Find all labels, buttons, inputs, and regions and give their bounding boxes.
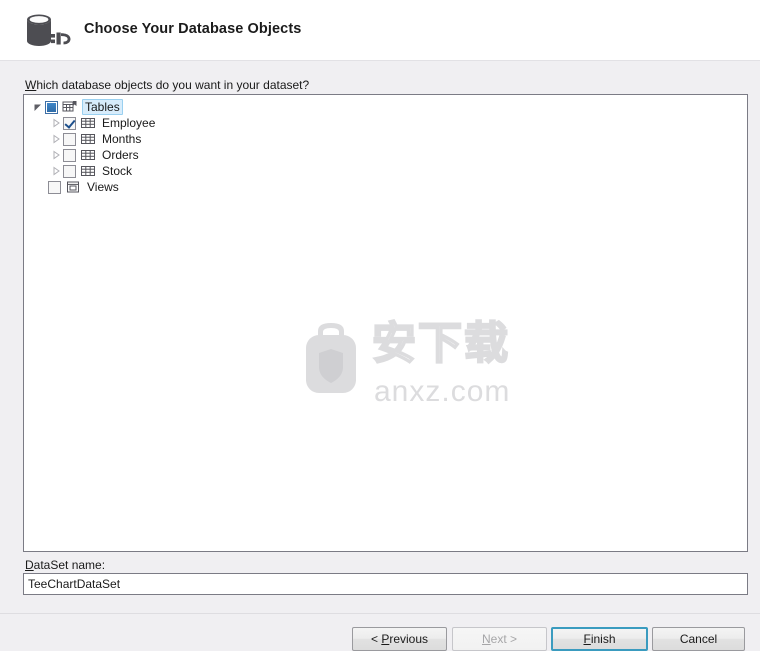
next-accelerator: N	[481, 632, 491, 646]
expander-collapsed-icon[interactable]	[49, 147, 63, 163]
tree-node-label: Tables	[82, 99, 123, 115]
table-grid-icon	[80, 163, 96, 179]
checkbox-months[interactable]	[63, 132, 76, 146]
watermark: 安下载 anxz.com	[292, 317, 514, 409]
table-grid-icon	[80, 115, 96, 131]
tree-node-label: Months	[102, 132, 142, 146]
tree-node-label: Orders	[102, 148, 139, 162]
tree-node-tables[interactable]: Tables	[24, 99, 747, 115]
watermark-domain-text: anxz.com	[374, 375, 511, 408]
tree-node-orders[interactable]: Orders	[24, 147, 747, 163]
cancel-button[interactable]: Cancel	[652, 627, 745, 651]
tree-node-label: Stock	[102, 164, 133, 178]
checkbox-tables[interactable]	[45, 100, 58, 114]
dataset-label-text: ataSet name:	[33, 558, 106, 572]
previous-button[interactable]: < Previous	[352, 627, 447, 651]
table-grid-icon	[80, 147, 96, 163]
table-grid-icon	[80, 131, 96, 147]
checkbox-stock[interactable]	[63, 164, 76, 178]
tree-node-label: Views	[87, 180, 119, 194]
expander-collapsed-icon[interactable]	[49, 131, 63, 147]
tree-node-employee[interactable]: Employee	[24, 115, 747, 131]
previous-suffix: revious	[389, 632, 429, 646]
dialog-body: Which database objects do you want in yo…	[0, 61, 760, 613]
tables-folder-icon	[62, 99, 78, 115]
database-plug-icon	[20, 9, 74, 53]
expander-expanded-icon[interactable]	[31, 99, 45, 115]
finish-suffix: inish	[590, 632, 616, 646]
previous-prefix: <	[370, 632, 382, 646]
finish-button[interactable]: Finish	[551, 627, 648, 651]
dataset-name-input[interactable]	[23, 573, 748, 595]
expander-collapsed-icon[interactable]	[49, 115, 63, 131]
prompt-accelerator: W	[25, 78, 37, 92]
checkbox-employee[interactable]	[63, 116, 76, 130]
expander-collapsed-icon[interactable]	[49, 163, 63, 179]
tree-node-stock[interactable]: Stock	[24, 163, 747, 179]
database-objects-tree[interactable]: Tables Employee Months Orders Stock View…	[23, 94, 748, 552]
next-button[interactable]: Next >	[452, 627, 547, 651]
prompt-label: Which database objects do you want in yo…	[25, 78, 309, 92]
checkbox-orders[interactable]	[63, 148, 76, 162]
cancel-label: Cancel	[679, 632, 718, 646]
dialog-footer: < Previous Next > Finish Cancel	[0, 613, 760, 651]
tree-node-label: Employee	[102, 116, 156, 130]
page-title: Choose Your Database Objects	[84, 21, 302, 37]
dialog-header: Choose Your Database Objects	[0, 0, 760, 61]
watermark-cn-text: 安下载	[371, 318, 510, 370]
next-suffix: ext >	[490, 632, 518, 646]
finish-accelerator: F	[583, 632, 591, 646]
prompt-text: hich database objects do you want in you…	[36, 78, 310, 92]
views-window-icon	[65, 179, 81, 195]
dataset-name-label: DataSet name:	[25, 558, 105, 572]
checkbox-views[interactable]	[48, 180, 61, 194]
tree-node-views[interactable]: Views	[24, 179, 747, 195]
tree-node-months[interactable]: Months	[24, 131, 747, 147]
dataset-label-accelerator: D	[25, 558, 34, 572]
